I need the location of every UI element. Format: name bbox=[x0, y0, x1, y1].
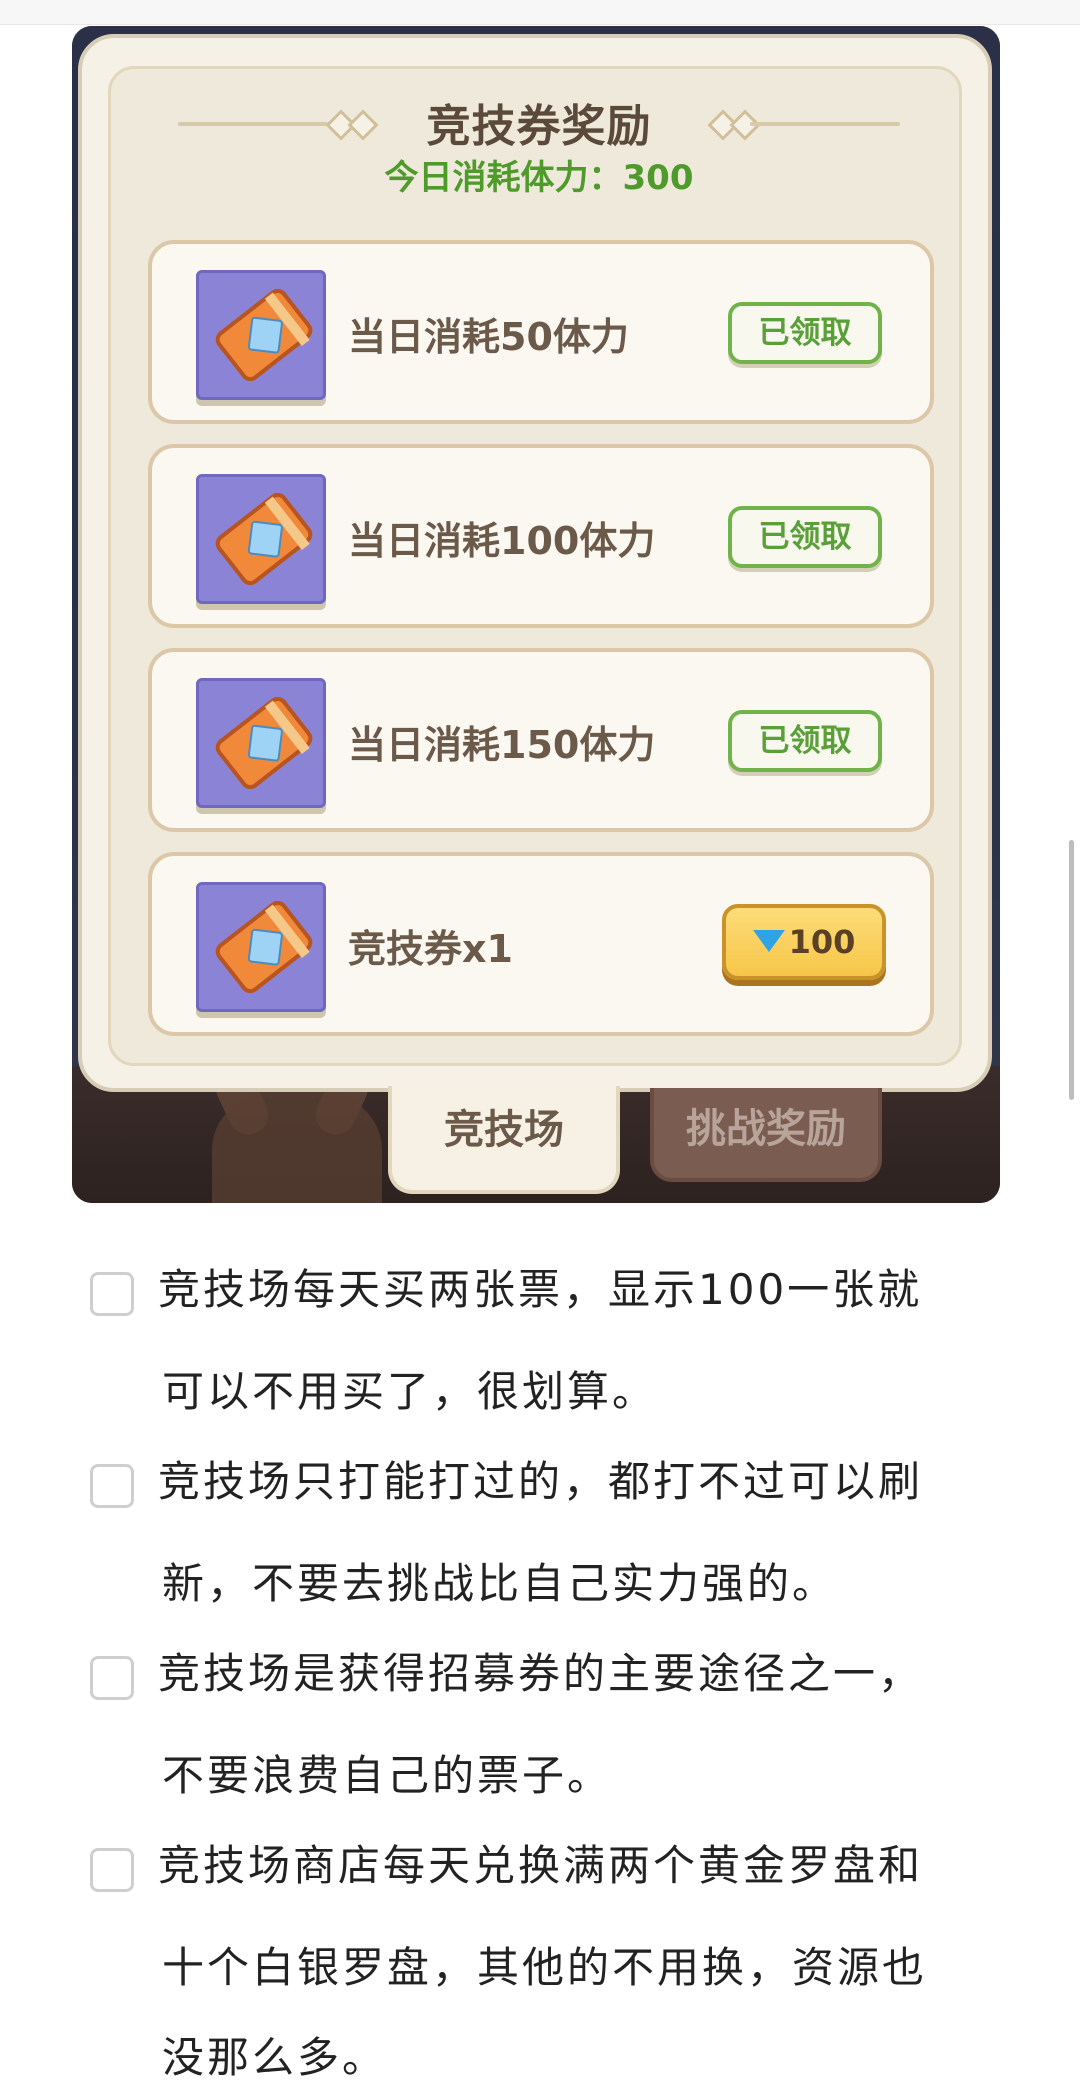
buy-with-gems-button[interactable]: 100 bbox=[722, 904, 886, 980]
checkbox[interactable] bbox=[90, 1272, 134, 1316]
reward-row: 当日消耗50体力 已领取 bbox=[148, 240, 934, 424]
page-scrollbar[interactable] bbox=[1069, 840, 1074, 1100]
checkbox[interactable] bbox=[90, 1656, 134, 1700]
browser-top-bar bbox=[0, 0, 1080, 25]
reward-item: 竞技券x1 bbox=[348, 927, 513, 971]
list-item-text: 可以不用买了，很划算。 bbox=[162, 1367, 658, 1416]
tab-arena[interactable]: 竞技场 bbox=[388, 1086, 620, 1194]
claimed-button[interactable]: 已领取 bbox=[728, 506, 882, 568]
list-item-text: 竞技场每天买两张票，显示100一张就 bbox=[158, 1265, 923, 1314]
reward-condition: 当日消耗150体力 bbox=[348, 723, 656, 767]
reward-panel: 竞技券奖励 今日消耗体力：300 当日消耗50体力 已领取 当日消耗100体力 … bbox=[78, 34, 992, 1092]
stamina-consumed-text: 今日消耗体力：300 bbox=[384, 158, 694, 198]
gem-icon bbox=[752, 930, 785, 952]
reward-row: 当日消耗100体力 已领取 bbox=[148, 444, 934, 628]
arena-ticket-icon bbox=[196, 678, 326, 808]
list-item-text: 竞技场商店每天兑换满两个黄金罗盘和 bbox=[158, 1841, 924, 1890]
list-item-text: 新，不要去挑战比自己实力强的。 bbox=[162, 1559, 838, 1608]
ticket-card-icon bbox=[211, 284, 317, 386]
tab-challenge-rewards[interactable]: 挑战奖励 bbox=[650, 1088, 882, 1182]
claimed-button[interactable]: 已领取 bbox=[728, 710, 882, 772]
reward-row: 竞技券x1 100 bbox=[148, 852, 934, 1036]
ticket-card-icon bbox=[211, 692, 317, 794]
arena-ticket-icon bbox=[196, 270, 326, 400]
list-item-text: 竞技场是获得招募券的主要途径之一， bbox=[158, 1649, 924, 1698]
bunny-character bbox=[212, 1084, 382, 1203]
gem-price: 100 bbox=[788, 923, 856, 961]
reward-condition: 当日消耗100体力 bbox=[348, 519, 656, 563]
checkbox[interactable] bbox=[90, 1848, 134, 1892]
arena-ticket-icon bbox=[196, 474, 326, 604]
panel-title: 竞技券奖励 bbox=[426, 101, 652, 152]
reward-condition: 当日消耗50体力 bbox=[348, 315, 629, 359]
list-item-text: 竞技场只打能打过的，都打不过可以刷 bbox=[158, 1457, 924, 1506]
game-screenshot: 竞技券奖励 今日消耗体力：300 当日消耗50体力 已领取 当日消耗100体力 … bbox=[72, 26, 1000, 1203]
ticket-card-icon bbox=[211, 488, 317, 590]
list-item-text: 不要浪费自己的票子。 bbox=[162, 1751, 613, 1800]
reward-row: 当日消耗150体力 已领取 bbox=[148, 648, 934, 832]
list-item-text: 十个白银罗盘，其他的不用换，资源也 bbox=[162, 1943, 928, 1992]
claimed-button[interactable]: 已领取 bbox=[728, 302, 882, 364]
arena-ticket-icon bbox=[196, 882, 326, 1012]
ticket-card-icon bbox=[211, 896, 317, 998]
list-item-text: 没那么多。 bbox=[162, 2033, 388, 2082]
checkbox[interactable] bbox=[90, 1464, 134, 1508]
